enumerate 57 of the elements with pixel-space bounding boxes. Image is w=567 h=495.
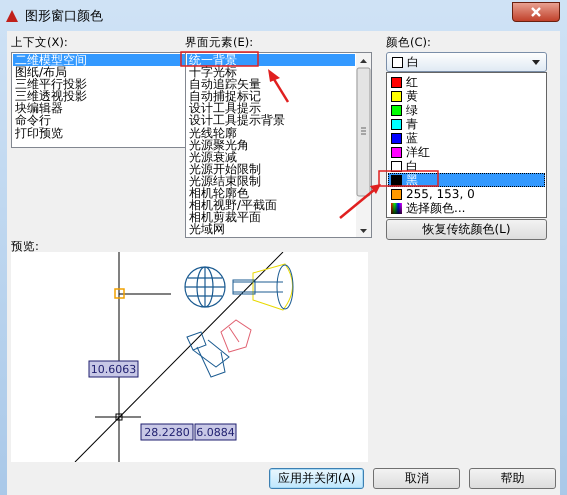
context-item[interactable]: 命令行: [13, 114, 185, 127]
restore-colors-button[interactable]: 恢复传统颜色(L): [386, 219, 547, 240]
spotlight-drawing: [232, 264, 294, 310]
element-item[interactable]: 设计工具提示背景: [187, 114, 355, 127]
color-option[interactable]: 蓝: [388, 131, 545, 145]
dimension-value: 28.2280: [140, 424, 194, 440]
dialog-button[interactable]: 帮助: [469, 468, 556, 489]
color-label: 颜色(C):: [386, 35, 432, 51]
element-item[interactable]: 光源聚光角: [187, 138, 355, 151]
context-item[interactable]: 块编辑器: [13, 102, 185, 114]
dimension-value: 6.0884: [194, 424, 236, 440]
color-option[interactable]: 绿: [388, 103, 545, 117]
element-item[interactable]: 光源开始限制: [187, 162, 355, 175]
element-item[interactable]: 自动捕捉标记: [187, 90, 355, 102]
close-icon: [530, 6, 542, 16]
close-button[interactable]: [512, 2, 560, 22]
element-item[interactable]: 光源结束限制: [187, 174, 355, 188]
globe-drawing: [184, 266, 226, 308]
color-wheel-icon: [391, 202, 402, 214]
color-option[interactable]: 青: [388, 117, 545, 131]
dialog-button[interactable]: 应用并关闭(A): [269, 468, 364, 489]
element-item[interactable]: 光源衰减: [187, 150, 355, 163]
dialog-button[interactable]: 取消: [373, 468, 460, 489]
color-option[interactable]: 选择颜色...: [388, 201, 545, 215]
element-item[interactable]: 自动追踪矢量: [187, 78, 355, 90]
context-item[interactable]: 三维透视投影: [13, 90, 185, 102]
element-item[interactable]: 设计工具提示: [187, 102, 355, 114]
element-item[interactable]: 相机轮廓色: [187, 187, 355, 200]
elements-label: 界面元素(E):: [185, 35, 254, 51]
annotation-arrow: [339, 184, 381, 219]
color-option[interactable]: 白: [388, 159, 545, 173]
color-option[interactable]: 红: [388, 75, 545, 89]
element-item[interactable]: 光线轮廓: [187, 126, 355, 139]
grip-marker: [114, 288, 125, 299]
crosshair-icon: [94, 414, 142, 420]
dimension-value: 10.6063: [88, 360, 138, 378]
element-item[interactable]: 十字光标: [187, 66, 355, 78]
window-title: 图形窗口颜色: [25, 8, 103, 24]
color-dropdown[interactable]: 白: [386, 52, 547, 72]
context-label: 上下文(X):: [11, 35, 69, 51]
color-swatch: [392, 56, 403, 68]
context-item[interactable]: 三维平行投影: [13, 78, 185, 90]
preview-label: 预览:: [11, 240, 40, 252]
color-option[interactable]: 洋红: [388, 145, 545, 159]
element-item[interactable]: 相机剪裁平面: [187, 211, 355, 224]
color-option[interactable]: 255, 153, 0: [388, 187, 545, 201]
scrollbar[interactable]: [356, 53, 371, 237]
element-item[interactable]: 光域网: [187, 223, 355, 236]
camera-drawing: [186, 319, 252, 378]
color-option[interactable]: 黄: [388, 89, 545, 103]
annotation-arrow: [268, 69, 290, 103]
app-logo-icon: [5, 8, 19, 22]
context-item[interactable]: 图纸/布局: [13, 66, 185, 78]
context-item[interactable]: 打印预览: [13, 126, 185, 139]
caret-icon: [532, 60, 540, 64]
highlight-frame: [378, 170, 439, 187]
element-item[interactable]: 相机视野/平截面: [187, 199, 355, 212]
